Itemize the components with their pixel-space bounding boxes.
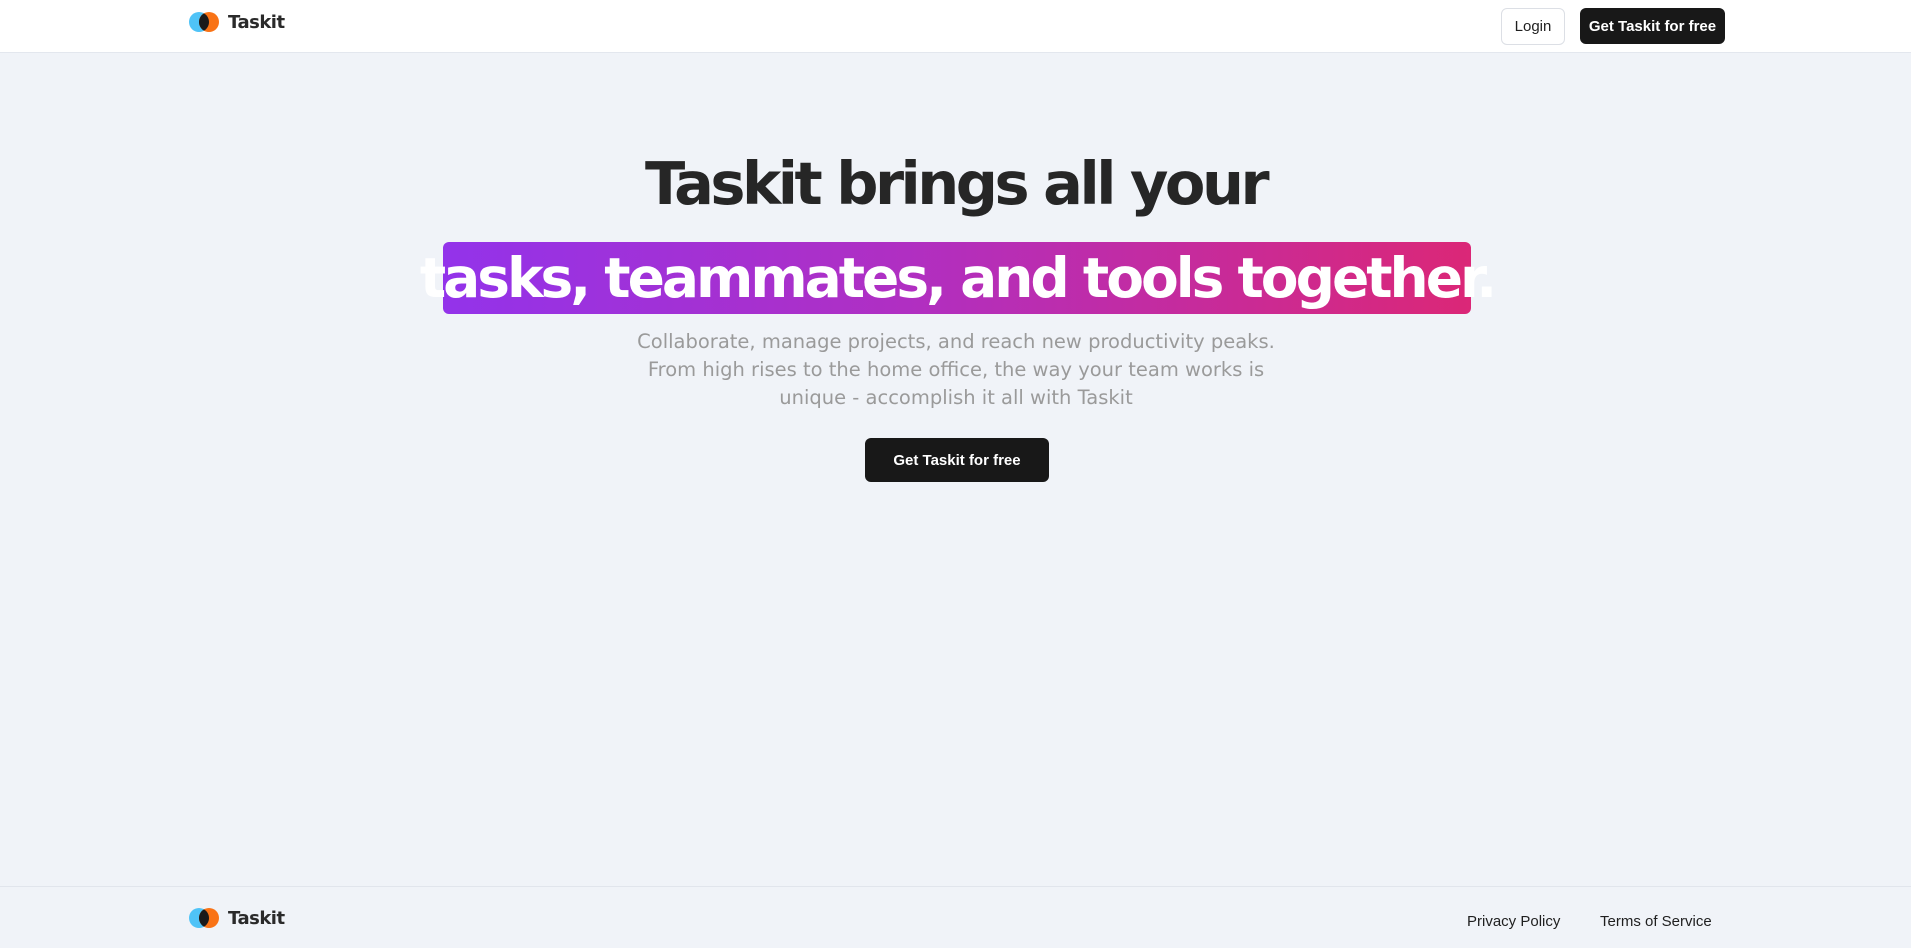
hero-title: Taskit brings all your	[644, 149, 1270, 218]
top-nav: Taskit Login Get Taskit for free	[0, 0, 1911, 53]
landing-page: Taskit Login Get Taskit for free Taskit …	[0, 0, 1911, 948]
footer-logo[interactable]: Taskit	[189, 907, 285, 929]
brand-name: Taskit	[228, 11, 285, 33]
taskit-logo-icon	[189, 908, 219, 928]
header-signup-button[interactable]: Get Taskit for free	[1580, 8, 1725, 44]
hero-signup-button[interactable]: Get Taskit for free	[865, 438, 1049, 482]
privacy-policy-link[interactable]: Privacy Policy	[1467, 913, 1560, 930]
subtitle-line: Collaborate, manage projects, and reach …	[637, 330, 1275, 353]
footer: Taskit Privacy Policy Terms of Service	[0, 886, 1911, 948]
subtitle-line: From high rises to the home office, the …	[647, 358, 1265, 381]
hero-title-highlight: tasks, teammates, and tools together.	[419, 246, 1497, 310]
footer-brand-name: Taskit	[228, 907, 285, 929]
header-logo[interactable]: Taskit	[189, 11, 285, 33]
login-button[interactable]: Login	[1501, 8, 1565, 45]
hero-highlight-banner: tasks, teammates, and tools together.	[420, 242, 1497, 314]
taskit-logo-icon	[189, 12, 219, 32]
hero-subtitle: Collaborate, manage projects, and reach …	[620, 328, 1292, 412]
subtitle-line: unique - accomplish it all with Taskit	[779, 386, 1133, 409]
terms-of-service-link[interactable]: Terms of Service	[1600, 913, 1712, 930]
